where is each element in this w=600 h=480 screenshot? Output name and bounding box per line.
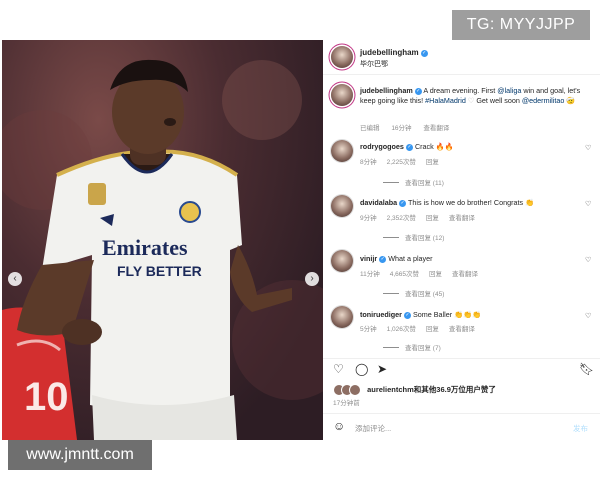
post-detail-panel: judebellingham ✓ 毕尔巴鄂 judebellingham ✓ A d… bbox=[323, 40, 600, 440]
comment-likes-count[interactable]: 2,352次赞 bbox=[387, 215, 416, 222]
author-username[interactable]: judebellingham ✓ bbox=[360, 48, 428, 57]
view-replies-button[interactable]: 查看回复 (12) bbox=[383, 232, 444, 242]
verified-icon: ✓ bbox=[399, 200, 407, 207]
view-replies-button[interactable]: 查看回复 (11) bbox=[383, 177, 444, 187]
comment-username[interactable]: vinijr bbox=[360, 254, 377, 263]
comment-like-heart-icon[interactable]: ♡ bbox=[585, 312, 591, 320]
action-bar: ♡ ◯ ➤ 🔖︎ bbox=[323, 358, 600, 381]
previous-image-button[interactable]: ‹ bbox=[8, 272, 22, 286]
verified-icon: ✓ bbox=[379, 256, 387, 263]
comment-meta: 5分钟 1,026次赞 回复 查看翻译 bbox=[360, 326, 475, 333]
likes-summary[interactable]: aurelientchm和其他36.9万位用户赞了 bbox=[333, 384, 496, 397]
watermark-top: TG: MYYJJPP bbox=[452, 10, 590, 40]
comment-reply-button[interactable]: 回复 bbox=[426, 159, 439, 166]
post-location[interactable]: 毕尔巴鄂 bbox=[360, 59, 388, 69]
comment-reply-button[interactable]: 回复 bbox=[426, 326, 439, 333]
hashtag-halamadrid[interactable]: #HalaMadrid bbox=[425, 96, 466, 105]
comment-item: toniruediger ✓ Some Baller 👏👏👏 bbox=[360, 310, 481, 319]
verified-icon: ✓ bbox=[405, 144, 413, 151]
comment-meta: 9分钟 2,352次赞 回复 查看翻译 bbox=[360, 215, 475, 222]
comment-meta: 8分钟 2,225次赞 回复 bbox=[360, 159, 439, 166]
post-photo[interactable]: 10 Emirates FLY BETTER ‹ › bbox=[2, 40, 323, 440]
caption-meta: 已编辑 16分钟 查看翻译 bbox=[360, 125, 450, 132]
post-comment-button[interactable]: 发布 bbox=[573, 423, 588, 434]
comment-icon[interactable]: ◯ bbox=[355, 362, 368, 376]
post-caption: judebellingham ✓ A dream evening. First @… bbox=[360, 86, 581, 105]
mention-laliga[interactable]: @laliga bbox=[497, 86, 521, 95]
share-icon[interactable]: ➤ bbox=[377, 362, 387, 376]
comment-avatar[interactable] bbox=[331, 195, 353, 217]
comment-translate-link[interactable]: 查看翻译 bbox=[452, 271, 478, 278]
comment-translate-link[interactable]: 查看翻译 bbox=[449, 215, 475, 222]
emoji-picker-icon[interactable]: ☺ bbox=[333, 419, 345, 433]
verified-icon: ✓ bbox=[420, 50, 428, 57]
view-replies-button[interactable]: 查看回复 (45) bbox=[383, 288, 444, 298]
comment-like-heart-icon[interactable]: ♡ bbox=[585, 256, 591, 264]
liker-avatar bbox=[349, 384, 361, 397]
comment-meta: 11分钟 4,665次赞 回复 查看翻译 bbox=[360, 271, 479, 278]
add-comment-bar: ☺ 添加评论... 发布 bbox=[323, 413, 600, 441]
comment-likes-count[interactable]: 1,026次赞 bbox=[387, 326, 416, 333]
view-replies-button[interactable]: 查看回复 (7) bbox=[383, 342, 441, 352]
comment-username[interactable]: davidalaba bbox=[360, 198, 397, 207]
comment-reply-button[interactable]: 回复 bbox=[426, 215, 439, 222]
watermark-bottom: www.jmntt.com bbox=[8, 440, 152, 470]
comment-avatar[interactable] bbox=[331, 250, 353, 272]
sponsor-subtext: FLY BETTER bbox=[117, 263, 202, 279]
comment-avatar[interactable] bbox=[331, 140, 353, 162]
comment-translate-link[interactable]: 查看翻译 bbox=[449, 326, 475, 333]
comment-avatar[interactable] bbox=[331, 306, 353, 328]
comment-item: davidalaba ✓ This is how we do brother! C… bbox=[360, 198, 534, 207]
comment-item: vinijr ✓ What a player bbox=[360, 254, 433, 263]
caption-avatar[interactable] bbox=[331, 84, 353, 106]
caption-username[interactable]: judebellingham bbox=[360, 86, 413, 95]
comment-reply-button[interactable]: 回复 bbox=[429, 271, 442, 278]
sponsor-text: Emirates bbox=[102, 235, 188, 260]
next-image-button[interactable]: › bbox=[305, 272, 319, 286]
comment-like-heart-icon[interactable]: ♡ bbox=[585, 144, 591, 152]
caption-translate-link[interactable]: 查看翻译 bbox=[423, 125, 449, 132]
post-time-ago: 17分钟前 bbox=[333, 400, 360, 407]
comment-item: rodrygogoes ✓ Crack 🔥🔥 bbox=[360, 142, 454, 151]
verified-icon: ✓ bbox=[403, 312, 411, 319]
bookmark-icon[interactable]: 🔖︎ bbox=[579, 362, 594, 376]
comment-body: Some Baller 👏👏👏 bbox=[412, 310, 481, 319]
comment-likes-count[interactable]: 4,665次赞 bbox=[390, 271, 419, 278]
like-heart-icon[interactable]: ♡ bbox=[333, 362, 344, 376]
comment-input[interactable]: 添加评论... bbox=[355, 423, 391, 434]
comment-body: What a player bbox=[388, 254, 433, 263]
author-avatar[interactable] bbox=[331, 46, 353, 68]
teammate-number: 10 bbox=[24, 375, 69, 419]
post-header: judebellingham ✓ 毕尔巴鄂 bbox=[323, 40, 600, 75]
comment-username[interactable]: toniruediger bbox=[360, 310, 402, 319]
verified-icon: ✓ bbox=[414, 88, 422, 95]
comment-likes-count[interactable]: 2,225次赞 bbox=[387, 159, 416, 166]
comment-like-heart-icon[interactable]: ♡ bbox=[585, 200, 591, 208]
comment-username[interactable]: rodrygogoes bbox=[360, 142, 404, 151]
comment-body: Crack 🔥🔥 bbox=[414, 142, 454, 151]
bandage-emoji-icon: 🤕 bbox=[566, 96, 576, 105]
mention-edermilitao[interactable]: @edermilitao bbox=[522, 96, 564, 105]
comment-body: This is how we do brother! Congrats 👏 bbox=[408, 198, 535, 207]
player-illustration: 10 Emirates FLY BETTER bbox=[2, 59, 323, 440]
